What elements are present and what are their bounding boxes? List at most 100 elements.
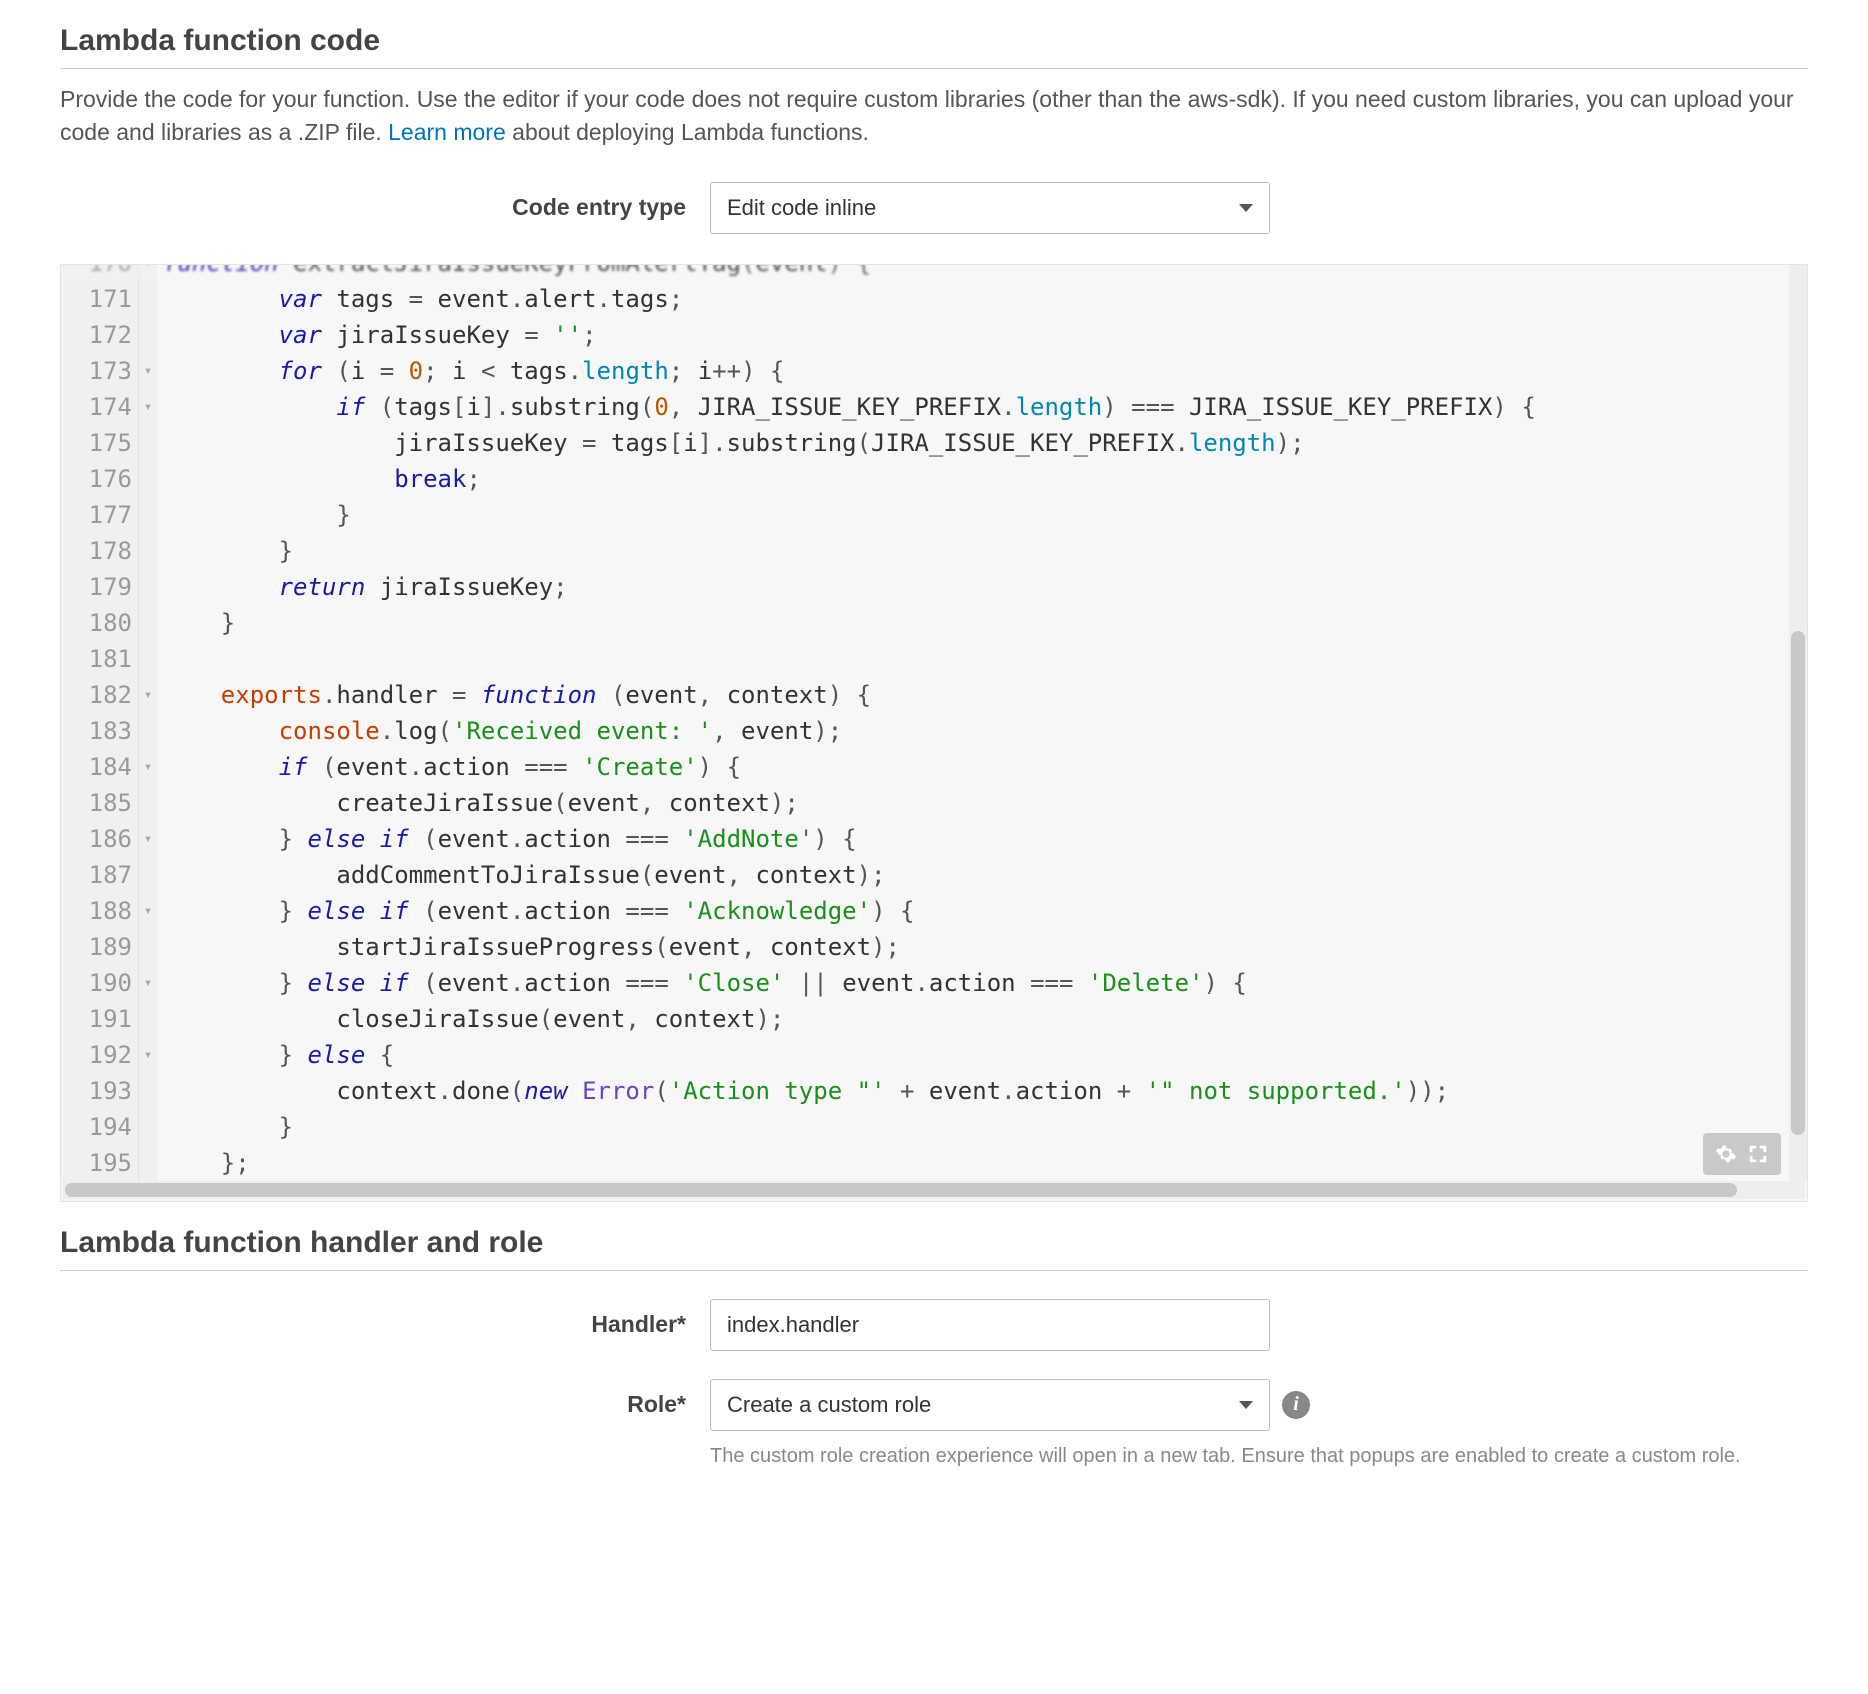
info-icon[interactable]: i (1282, 1391, 1310, 1419)
desc-text: Provide the code for your function. Use … (60, 86, 1794, 145)
code-line[interactable]: 191 closeJiraIssue(event, context); (61, 1001, 1807, 1037)
line-number: 192 (61, 1037, 139, 1073)
desc-text-post: about deploying Lambda functions. (506, 119, 869, 145)
editor-toolbar (1703, 1133, 1781, 1175)
code-line[interactable]: 180 } (61, 605, 1807, 641)
code-content[interactable]: } else { (157, 1037, 394, 1073)
code-line[interactable]: 193 context.done(new Error('Action type … (61, 1073, 1807, 1109)
line-number: 195 (61, 1145, 139, 1181)
code-content[interactable]: addCommentToJiraIssue(event, context); (157, 857, 886, 893)
code-line[interactable]: 173▾ for (i = 0; i < tags.length; i++) { (61, 353, 1807, 389)
code-content[interactable]: closeJiraIssue(event, context); (157, 1001, 784, 1037)
code-content[interactable]: } (157, 1109, 293, 1145)
learn-more-link[interactable]: Learn more (388, 119, 506, 145)
code-line[interactable]: 187 addCommentToJiraIssue(event, context… (61, 857, 1807, 893)
code-content[interactable]: } (157, 605, 235, 641)
code-line[interactable]: 179 return jiraIssueKey; (61, 569, 1807, 605)
horizontal-scrollbar[interactable] (63, 1181, 1805, 1199)
fullscreen-icon[interactable] (1743, 1139, 1773, 1169)
code-content[interactable]: if (tags[i].substring(0, JIRA_ISSUE_KEY_… (157, 389, 1536, 425)
code-line[interactable]: 189 startJiraIssueProgress(event, contex… (61, 929, 1807, 965)
code-line[interactable]: 192▾ } else { (61, 1037, 1807, 1073)
code-line[interactable]: 175 jiraIssueKey = tags[i].substring(JIR… (61, 425, 1807, 461)
handler-label: Handler* (60, 1311, 710, 1338)
code-content[interactable]: var jiraIssueKey = ''; (157, 317, 597, 353)
handler-input[interactable] (710, 1299, 1270, 1351)
section-title-code: Lambda function code (60, 12, 1808, 69)
code-line[interactable]: 195 }; (61, 1145, 1807, 1181)
code-content[interactable]: for (i = 0; i < tags.length; i++) { (157, 353, 784, 389)
fold-marker[interactable]: ▾ (139, 677, 157, 713)
line-number: 170 (61, 265, 139, 281)
code-content[interactable]: } else if (event.action === 'Close' || e… (157, 965, 1247, 1001)
fold-marker (139, 641, 157, 677)
code-content[interactable]: createJiraIssue(event, context); (157, 785, 799, 821)
code-content[interactable]: startJiraIssueProgress(event, context); (157, 929, 900, 965)
code-line[interactable]: 181 (61, 641, 1807, 677)
fold-marker[interactable]: ▾ (139, 1037, 157, 1073)
line-number: 190 (61, 965, 139, 1001)
line-number: 171 (61, 281, 139, 317)
fold-marker (139, 1001, 157, 1037)
fold-marker (139, 1073, 157, 1109)
code-line[interactable]: 190▾ } else if (event.action === 'Close'… (61, 965, 1807, 1001)
line-number: 176 (61, 461, 139, 497)
fold-marker[interactable]: ▾ (139, 893, 157, 929)
code-line[interactable]: 174▾ if (tags[i].substring(0, JIRA_ISSUE… (61, 389, 1807, 425)
line-number: 183 (61, 713, 139, 749)
gear-icon[interactable] (1711, 1139, 1741, 1169)
code-content[interactable]: } else if (event.action === 'AddNote') { (157, 821, 857, 857)
code-line[interactable]: 170▾function extractJiraIssueKeyFromAler… (61, 265, 1807, 281)
line-number: 178 (61, 533, 139, 569)
code-content[interactable]: exports.handler = function (event, conte… (157, 677, 871, 713)
fold-marker (139, 569, 157, 605)
code-line[interactable]: 185 createJiraIssue(event, context); (61, 785, 1807, 821)
line-number: 191 (61, 1001, 139, 1037)
code-content[interactable] (157, 641, 163, 677)
code-content[interactable]: console.log('Received event: ', event); (157, 713, 842, 749)
code-content[interactable]: } (157, 533, 293, 569)
code-content[interactable]: if (event.action === 'Create') { (157, 749, 741, 785)
code-line[interactable]: 171 var tags = event.alert.tags; (61, 281, 1807, 317)
code-content[interactable]: } (157, 497, 351, 533)
handler-input-field[interactable] (727, 1312, 1253, 1338)
fold-marker[interactable]: ▾ (139, 389, 157, 425)
code-line[interactable]: 177 } (61, 497, 1807, 533)
section-title-handler: Lambda function handler and role (60, 1214, 1808, 1271)
line-number: 182 (61, 677, 139, 713)
code-line[interactable]: 172 var jiraIssueKey = ''; (61, 317, 1807, 353)
vertical-scrollbar[interactable] (1789, 265, 1807, 1181)
code-content[interactable]: jiraIssueKey = tags[i].substring(JIRA_IS… (157, 425, 1305, 461)
fold-marker[interactable]: ▾ (139, 749, 157, 785)
code-line[interactable]: 178 } (61, 533, 1807, 569)
code-content[interactable]: var tags = event.alert.tags; (157, 281, 683, 317)
line-number: 181 (61, 641, 139, 677)
role-select[interactable]: Create a custom role (710, 1379, 1270, 1431)
line-number: 193 (61, 1073, 139, 1109)
fold-marker[interactable]: ▾ (139, 821, 157, 857)
code-content[interactable]: } else if (event.action === 'Acknowledge… (157, 893, 914, 929)
code-content[interactable]: }; (157, 1145, 250, 1181)
fold-marker[interactable]: ▾ (139, 965, 157, 1001)
fold-marker (139, 317, 157, 353)
code-line[interactable]: 183 console.log('Received event: ', even… (61, 713, 1807, 749)
code-line[interactable]: 194 } (61, 1109, 1807, 1145)
code-line[interactable]: 176 break; (61, 461, 1807, 497)
code-entry-type-select[interactable]: Edit code inline (710, 182, 1270, 234)
code-content[interactable]: break; (157, 461, 481, 497)
fold-marker[interactable]: ▾ (139, 265, 157, 281)
line-number: 173 (61, 353, 139, 389)
code-editor[interactable]: 170▾function extractJiraIssueKeyFromAler… (60, 264, 1808, 1202)
code-line[interactable]: 188▾ } else if (event.action === 'Acknow… (61, 893, 1807, 929)
line-number: 180 (61, 605, 139, 641)
code-line[interactable]: 186▾ } else if (event.action === 'AddNot… (61, 821, 1807, 857)
code-line[interactable]: 182▾ exports.handler = function (event, … (61, 677, 1807, 713)
code-content[interactable]: function extractJiraIssueKeyFromAlertTag… (157, 265, 871, 281)
chevron-down-icon (1239, 1401, 1253, 1409)
code-content[interactable]: context.done(new Error('Action type "' +… (157, 1073, 1449, 1109)
code-line[interactable]: 184▾ if (event.action === 'Create') { (61, 749, 1807, 785)
code-content[interactable]: return jiraIssueKey; (157, 569, 568, 605)
fold-marker (139, 929, 157, 965)
fold-marker (139, 605, 157, 641)
fold-marker[interactable]: ▾ (139, 353, 157, 389)
